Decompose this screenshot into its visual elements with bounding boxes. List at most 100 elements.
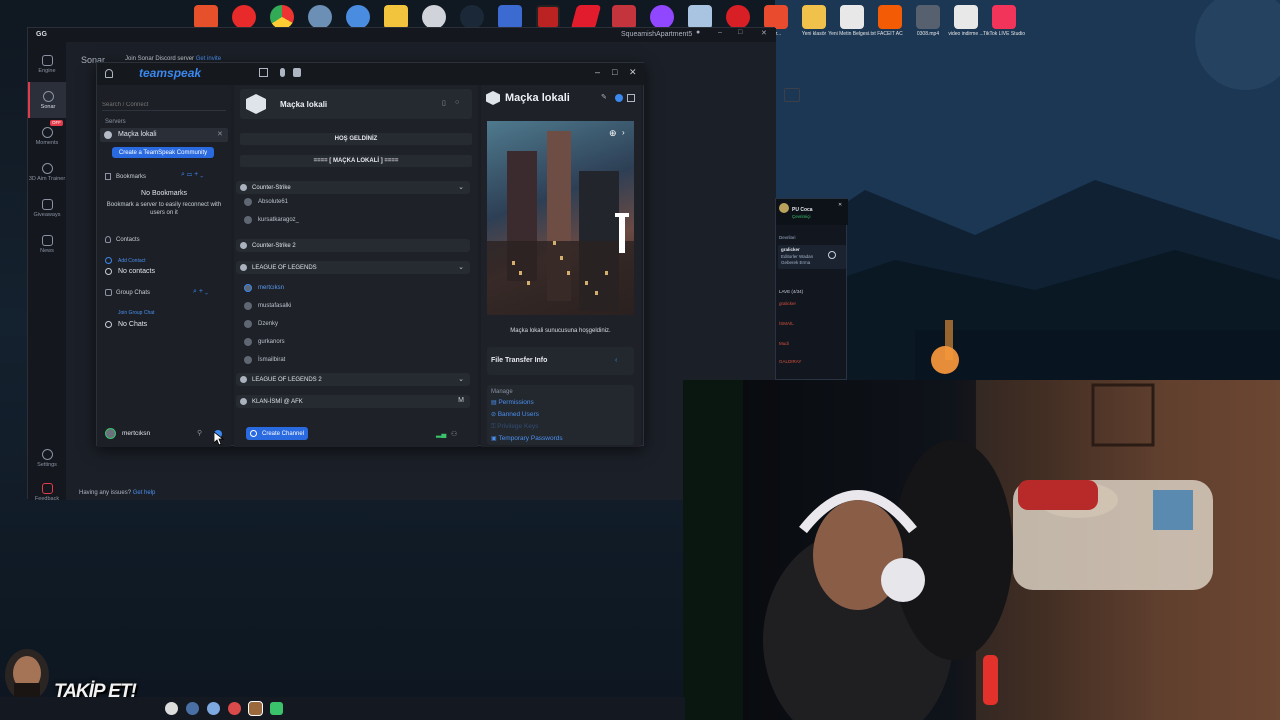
gg-help-icon[interactable]: ● [696, 29, 700, 36]
channel-item[interactable]: KLAN-İSMİ @ AFK M [236, 395, 470, 408]
server-item[interactable]: Maçka lokali ✕ [100, 128, 228, 142]
welcome-channel[interactable]: HOŞ GELDİNİZ [240, 133, 472, 145]
file-transfer-section[interactable]: File Transfer Info ‹ [487, 347, 634, 375]
bookmark-tools-icon[interactable]: ⌕ ▭ + ⌄ [181, 171, 203, 179]
desktop-icon-3[interactable]: FACEIT AC [874, 2, 906, 46]
check-icon[interactable] [828, 251, 836, 259]
rail-giveaways[interactable]: Giveaways [28, 190, 66, 226]
chevron-right-icon[interactable]: › [622, 128, 625, 137]
rail-sonar[interactable]: Sonar [28, 82, 66, 118]
channel-item[interactable]: LEAGUE OF LEGENDS ⌄ [236, 261, 470, 274]
group-chat-tools-icon[interactable]: ⌕ + ⌄ [193, 288, 208, 296]
maximize-icon[interactable]: □ [612, 67, 617, 77]
overlay-card[interactable]: gralicker Editorler Wadan Geberek Erma [778, 245, 846, 269]
taskbar-icons [165, 701, 283, 716]
desktop-icon-6[interactable]: TikTok LIVE Studio [983, 2, 1025, 46]
chevron-down-icon[interactable]: ⌄ [458, 263, 464, 271]
close-icon[interactable]: ✕ [761, 29, 767, 37]
channel-tag: M [458, 397, 464, 404]
close-icon[interactable]: ✕ [838, 202, 842, 208]
bookmark-icon[interactable]: ▯ [442, 99, 446, 107]
contacts-icon [105, 236, 111, 243]
minimize-icon[interactable]: – [595, 67, 600, 77]
speaker-icon[interactable] [293, 68, 301, 77]
desktop-icon-4[interactable]: 0308.mp4 [912, 2, 944, 46]
create-channel-button[interactable]: Create Channel [246, 427, 308, 440]
minimize-icon[interactable]: – [718, 29, 722, 36]
user-item[interactable]: kursatkaragoz_ [244, 213, 299, 227]
user-item[interactable]: Dzenky [244, 317, 278, 331]
connection-icon[interactable]: ▂▄ [436, 430, 446, 438]
user-label: İsmailbirat [258, 357, 286, 363]
close-icon[interactable]: ✕ [217, 130, 223, 138]
chat-icon[interactable]: ○ [455, 99, 459, 106]
manage-permissions-link[interactable]: ▤ Permissions [491, 399, 534, 406]
taskbar-app-icon[interactable] [207, 702, 220, 715]
user-item[interactable]: mustafasalki [244, 299, 291, 313]
taskbar-app-icon[interactable] [248, 701, 263, 716]
globe-icon[interactable]: ⊕ [609, 128, 617, 139]
rail-aim-trainer[interactable]: 3D Aim Trainer [28, 154, 66, 190]
manage-privilege-keys-link[interactable]: ⚿ Privilege Keys [491, 423, 538, 431]
desktop-icon-2[interactable]: Yeni Metin Belgesi.txt [828, 2, 876, 46]
layout-icon[interactable] [627, 94, 635, 102]
get-help-link[interactable]: Get help [133, 490, 156, 496]
avatar [244, 198, 252, 206]
avatar[interactable] [105, 428, 116, 439]
bookmark-icon [105, 173, 111, 180]
taskbar-app-icon[interactable] [228, 702, 241, 715]
gg-username: SqueamishApartment5 [621, 31, 693, 38]
feedback-icon [41, 482, 53, 494]
channel-icon [240, 264, 247, 271]
contacts-header[interactable]: Contacts [116, 237, 140, 243]
streamer-mascot-logo [5, 649, 49, 701]
sonar-menu-button[interactable] [784, 88, 800, 102]
channel-item[interactable]: Counter-Strike 2 [236, 239, 470, 252]
rail-settings[interactable]: Settings [28, 440, 66, 476]
server-header[interactable]: Maçka lokali ▯ ○ [240, 89, 472, 119]
user-item[interactable]: gurkanors [244, 335, 285, 349]
screen-icon[interactable] [259, 68, 268, 77]
search-input[interactable] [102, 99, 226, 111]
close-icon[interactable]: ✕ [629, 67, 637, 78]
taskbar-app-icon[interactable] [165, 702, 178, 715]
user-item[interactable]: İsmailbirat [244, 353, 285, 367]
add-contact-icon[interactable] [105, 257, 112, 264]
location-icon[interactable]: ⚲ [197, 429, 202, 437]
server-banner-channel[interactable]: ==== [ MAÇKA LOKALİ ] ==== [240, 155, 472, 167]
taskbar-app-icon[interactable] [270, 702, 283, 715]
rail-label: 3D Aim Trainer [28, 175, 66, 182]
gear-icon [41, 448, 53, 460]
manage-banned-users-link[interactable]: ⊘ Banned Users [491, 411, 539, 418]
welcome-message: Maçka lokali sunucusuna hoşgeldiniz. [510, 328, 611, 334]
rail-feedback[interactable]: Feedback [28, 474, 66, 510]
add-contact-link[interactable]: Add Contact [118, 258, 146, 264]
maximize-icon[interactable]: □ [738, 29, 742, 36]
rail-news[interactable]: News [28, 226, 66, 262]
manage-label: Manage [491, 389, 513, 395]
channel-item[interactable]: LEAGUE OF LEGENDS 2 ⌄ [236, 373, 470, 386]
chevron-down-icon[interactable]: ⌄ [458, 183, 464, 191]
no-contacts-text: No contacts [118, 268, 155, 275]
manage-temp-passwords-link[interactable]: ▣ Temporary Passwords [491, 435, 563, 442]
user-item[interactable]: Absolute61 [244, 195, 288, 209]
bookmarks-header[interactable]: Bookmarks [116, 174, 146, 180]
group-chats-header[interactable]: Group Chats [116, 290, 150, 296]
edit-icon[interactable]: ✎ [601, 93, 607, 101]
chevron-down-icon[interactable]: ⌄ [458, 375, 464, 383]
chats-empty-icon [105, 321, 112, 328]
user-settings-icon[interactable]: ⚇ [451, 430, 457, 438]
rail-moments[interactable]: Moments OFF [28, 118, 66, 154]
info-icon[interactable] [615, 94, 623, 102]
bell-icon[interactable] [105, 69, 113, 78]
desktop-icon-1[interactable]: Yeni klasör [798, 2, 830, 46]
desktop-icon-5[interactable]: video indirme ... [948, 2, 984, 46]
channel-item[interactable]: Counter-Strike ⌄ [236, 181, 470, 194]
file-transfer-label: File Transfer Info [491, 357, 548, 364]
create-community-button[interactable]: Create a TeamSpeak Community [112, 147, 214, 158]
microphone-icon[interactable] [280, 68, 285, 77]
user-item[interactable]: mertcıksn [244, 281, 284, 295]
rail-engine[interactable]: Engine [28, 46, 66, 82]
join-group-chat-link[interactable]: Join Group Chat [118, 310, 154, 316]
taskbar-app-icon[interactable] [186, 702, 199, 715]
